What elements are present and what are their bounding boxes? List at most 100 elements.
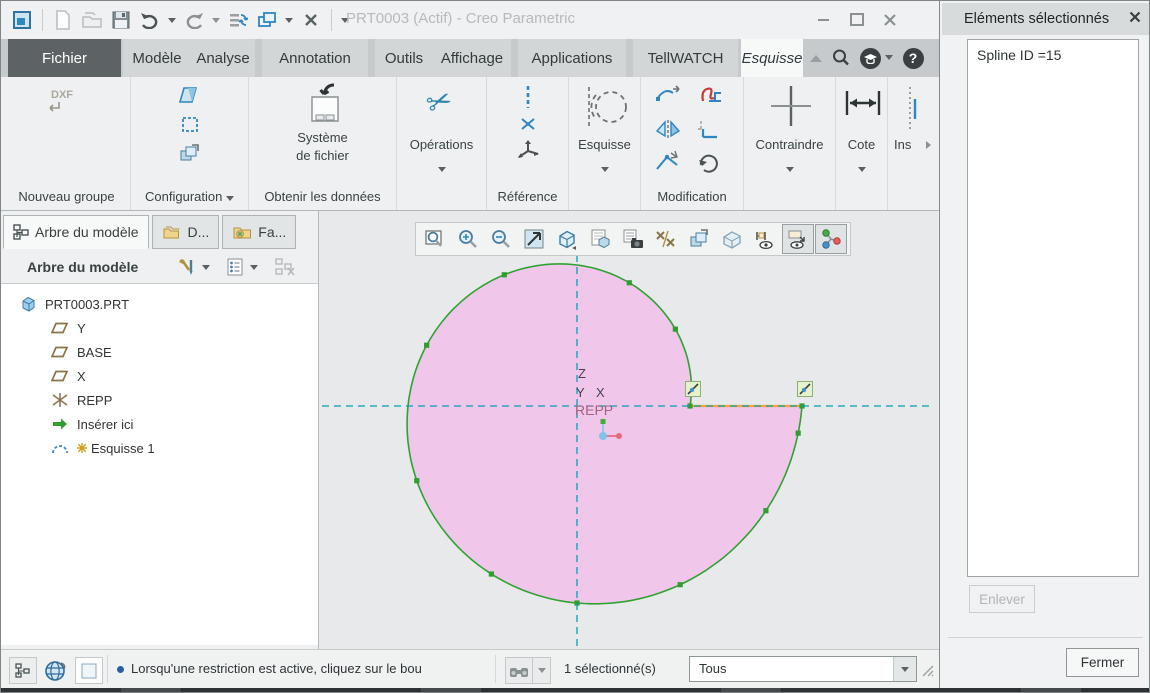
redo-caret[interactable] [212, 18, 220, 23]
open-file-icon[interactable] [81, 9, 103, 31]
ribbon-collapse-icon[interactable] [804, 46, 828, 70]
contraindre-caret[interactable] [786, 167, 794, 172]
tangent-constraint-badge[interactable] [685, 381, 701, 397]
spline-point[interactable] [414, 478, 419, 483]
selection-filter-caret[interactable] [893, 657, 916, 681]
spline-point[interactable] [678, 582, 683, 587]
operations-button[interactable]: Opérations [397, 137, 486, 152]
datum-display-icon[interactable] [650, 224, 682, 254]
tab-fichier[interactable]: Fichier [8, 39, 121, 77]
app-menu-icon[interactable] [11, 9, 33, 31]
scissors-icon[interactable]: ✂ [422, 82, 458, 123]
file-system-button[interactable]: Système de fichier [249, 81, 396, 164]
esquisse-button[interactable]: Esquisse [569, 137, 640, 152]
save-icon[interactable] [110, 9, 132, 31]
rotate-resize-icon[interactable] [697, 151, 721, 173]
sketch-setup-icon[interactable] [178, 85, 202, 107]
inspect-icon[interactable] [906, 85, 918, 133]
tree-settings-icon[interactable] [224, 256, 246, 278]
close-button[interactable] [880, 11, 899, 28]
remove-button[interactable]: Enlever [969, 585, 1035, 613]
point-icon[interactable] [520, 117, 536, 131]
cote-caret[interactable] [858, 167, 866, 172]
esquisse-caret[interactable] [601, 167, 609, 172]
tab-applications[interactable]: Applications [518, 39, 626, 77]
find-caret[interactable] [532, 657, 551, 684]
tree-item-datum-y[interactable]: Y [1, 316, 318, 340]
tab-modele[interactable]: Modèle [123, 39, 191, 77]
operations-caret[interactable] [438, 167, 446, 172]
coordinate-system-icon[interactable] [515, 139, 541, 163]
modify-spline-icon[interactable] [655, 85, 681, 105]
cote-button[interactable]: Cote [836, 137, 887, 152]
window-switch-icon[interactable] [256, 9, 278, 31]
corner-trim-icon[interactable] [697, 119, 721, 139]
spline-point[interactable] [424, 343, 429, 348]
tree-item-datum-base[interactable]: BASE [1, 340, 318, 364]
mirror-icon[interactable] [655, 119, 681, 139]
selected-items-list[interactable]: Spline ID =15 [967, 39, 1139, 577]
dxf-import-icon[interactable]: DXF [51, 89, 73, 101]
tree-tools-icon[interactable] [176, 256, 198, 278]
selection-filter-combo[interactable]: Tous [689, 656, 917, 682]
sketch-view-icon[interactable] [178, 143, 202, 165]
tab-affichage[interactable]: Affichage [433, 39, 511, 77]
blank-doc-icon[interactable] [75, 657, 103, 684]
tab-outils[interactable]: Outils [375, 39, 433, 77]
group-label-configuration[interactable]: Configuration [131, 189, 248, 204]
search-icon[interactable] [829, 46, 853, 70]
tab-tellwatch[interactable]: TellWATCH [633, 39, 738, 77]
learning-center-icon[interactable] [858, 46, 882, 70]
csys-z-handle[interactable] [601, 419, 606, 424]
sketch-orientation-icon[interactable] [683, 224, 715, 254]
new-file-icon[interactable] [52, 9, 74, 31]
tree-item-insert-here[interactable]: Insérer ici [1, 412, 318, 436]
ins-overflow-arrow-icon[interactable] [926, 141, 931, 149]
divide-icon[interactable] [655, 151, 681, 173]
tab-esquisse[interactable]: Esquisse [741, 39, 803, 77]
tree-settings-caret[interactable] [250, 265, 258, 270]
tab-analyse[interactable]: Analyse [191, 39, 255, 77]
undo-caret[interactable] [168, 18, 176, 23]
spline-point[interactable] [627, 280, 632, 285]
tree-hide-icon[interactable] [274, 256, 296, 278]
tangent-constraint-badge[interactable] [797, 381, 813, 397]
view-manager-icon[interactable] [584, 224, 616, 254]
tree-toggle-icon[interactable] [9, 657, 37, 684]
saved-views-icon[interactable] [617, 224, 649, 254]
csys-x-handle[interactable] [616, 433, 622, 439]
panel-close-icon[interactable] [1127, 9, 1143, 25]
tab-annotation[interactable]: Annotation [262, 39, 368, 77]
zoom-in-icon[interactable] [452, 224, 484, 254]
tab-favoris[interactable]: Fa... [222, 215, 296, 249]
spline-point[interactable] [673, 327, 678, 332]
learning-center-caret[interactable] [885, 55, 893, 60]
zoom-out-icon[interactable] [485, 224, 517, 254]
constrain-plus-icon[interactable] [770, 83, 812, 129]
maximize-button[interactable] [847, 11, 866, 28]
dimension-display-icon[interactable] [749, 224, 781, 254]
regenerate-icon[interactable] [227, 9, 249, 31]
window-switch-caret[interactable] [285, 18, 293, 23]
close-window-icon[interactable] [300, 9, 322, 31]
dimension-icon[interactable] [844, 89, 882, 117]
tree-item-sketch[interactable]: DXF Esquisse 1 [1, 436, 318, 460]
resize-grip-icon[interactable] [921, 664, 935, 678]
sketch-canvas[interactable]: Z Y X REPP [319, 211, 938, 649]
spline-point[interactable] [489, 571, 494, 576]
tree-item-part[interactable]: PRT0003.PRT [1, 292, 318, 316]
display-style-icon[interactable] [551, 224, 583, 254]
undo-icon[interactable] [139, 9, 161, 31]
vertices-display-icon[interactable] [815, 224, 847, 254]
centerline-icon[interactable] [523, 85, 533, 109]
minimize-button[interactable] [814, 11, 833, 28]
contraindre-button[interactable]: Contraindre [744, 137, 835, 152]
tree-tools-caret[interactable] [202, 265, 210, 270]
spline-point[interactable] [502, 272, 507, 277]
sketch-circle-icon[interactable] [583, 85, 629, 129]
constraints-display-icon[interactable] [782, 224, 814, 254]
spline-point[interactable] [796, 431, 801, 436]
refit-icon[interactable] [518, 224, 550, 254]
fermer-button[interactable]: Fermer [1066, 648, 1139, 677]
spline-point[interactable] [763, 508, 768, 513]
